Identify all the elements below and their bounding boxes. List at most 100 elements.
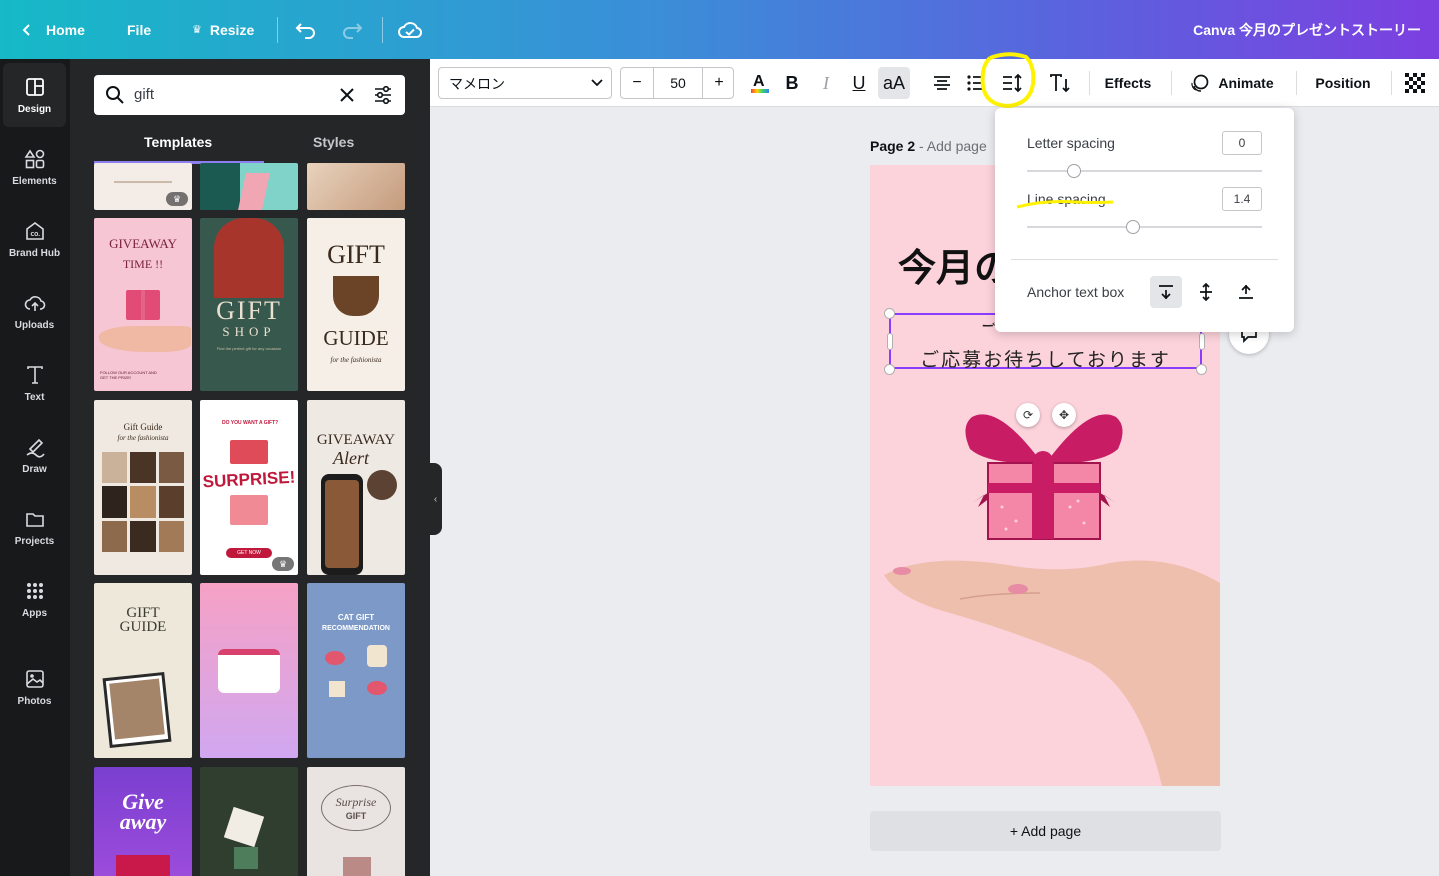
clear-search-icon[interactable]: [339, 87, 355, 103]
side-handle[interactable]: [1199, 333, 1205, 350]
template-thumb[interactable]: [307, 163, 405, 210]
template-text: GUIDE: [323, 326, 389, 350]
transparency-button[interactable]: [1404, 67, 1426, 99]
move-button[interactable]: ✥: [1052, 403, 1076, 427]
page-label: Page 2 - Add page: [870, 138, 987, 154]
template-text: Gift Guide: [123, 422, 163, 432]
text-body[interactable]: ご応募お待ちしております: [891, 345, 1200, 372]
rail-item-draw[interactable]: Draw: [3, 423, 66, 487]
letter-spacing-slider[interactable]: [1027, 170, 1262, 172]
align-center-button[interactable]: [930, 67, 954, 99]
line-spacing-input[interactable]: 1.4: [1222, 187, 1262, 211]
template-thumb[interactable]: GIFT GUIDE: [94, 583, 192, 758]
template-thumb[interactable]: GIVEAWAY Alert: [307, 400, 405, 575]
rail-item-projects[interactable]: Projects: [3, 495, 66, 559]
brand-icon: CO.: [25, 221, 44, 240]
template-thumb[interactable]: [200, 163, 298, 210]
template-text: GIVEAWAY: [316, 432, 396, 448]
line-spacing-slider[interactable]: [1027, 226, 1262, 228]
template-thumb[interactable]: GIVEAWAY TIME !! FOLLOW OUR ACCOUNT AND …: [94, 218, 192, 391]
underline-button[interactable]: U: [847, 67, 871, 99]
collapse-panel-button[interactable]: ‹: [429, 463, 442, 535]
text-color-button[interactable]: A: [746, 67, 774, 99]
anchor-top-button[interactable]: [1150, 276, 1182, 308]
cloud-save-button[interactable]: [398, 0, 422, 59]
template-thumb[interactable]: DO YOU WANT A GIFT? SURPRISE! GET NOW ♛: [200, 400, 298, 575]
anchor-bottom-button[interactable]: [1230, 276, 1262, 308]
template-thumb[interactable]: CAT GIFT RECOMMENDATION: [307, 583, 405, 758]
tab-styles[interactable]: Styles: [313, 134, 354, 150]
letter-spacing-input[interactable]: 0: [1222, 131, 1262, 155]
search-input[interactable]: gift: [134, 86, 154, 103]
open-hand-photo[interactable]: [870, 553, 1220, 786]
rail-item-brand-hub[interactable]: CO. Brand Hub: [3, 207, 66, 271]
font-size-input[interactable]: 50: [653, 68, 703, 98]
bold-button[interactable]: B: [780, 67, 804, 99]
home-button[interactable]: Home: [20, 0, 85, 59]
font-family-select[interactable]: マメロン: [438, 67, 612, 99]
position-button[interactable]: Position: [1312, 67, 1374, 99]
line-spacing-slider-thumb[interactable]: [1125, 220, 1140, 234]
letter-spacing-slider-thumb[interactable]: [1067, 164, 1081, 178]
template-text: away: [119, 809, 167, 834]
add-page-button[interactable]: + Add page: [870, 811, 1221, 851]
template-thumb[interactable]: GIFT SHOP Find the perfect gift for any …: [200, 218, 298, 391]
letter-case-button[interactable]: aA: [878, 67, 910, 99]
template-text: Alert: [333, 448, 369, 468]
premium-crown-icon: ♛: [166, 192, 188, 206]
increase-font-size-button[interactable]: +: [703, 68, 735, 98]
decrease-font-size-button[interactable]: −: [621, 68, 653, 98]
apps-grid-icon: [26, 582, 43, 599]
italic-button[interactable]: I: [814, 67, 838, 99]
rotate-button[interactable]: ⟳: [1016, 403, 1040, 427]
side-handle[interactable]: [887, 333, 893, 350]
undo-button[interactable]: [295, 0, 317, 59]
premium-crown-icon: ♛: [272, 557, 294, 571]
rail-item-elements[interactable]: Elements: [3, 135, 66, 199]
spacing-popover: Letter spacing 0 Line spacing 1.4 Anchor…: [995, 108, 1294, 332]
tab-templates[interactable]: Templates: [144, 134, 212, 150]
file-menu-button[interactable]: File: [127, 0, 151, 59]
template-text: TIME !!: [122, 257, 164, 271]
template-thumb[interactable]: Surprise GIFT: [307, 767, 405, 876]
template-thumb[interactable]: Give away: [94, 767, 192, 876]
animate-button[interactable]: Animate: [1186, 67, 1278, 99]
resize-handle[interactable]: [884, 364, 895, 375]
rail-item-photos[interactable]: Photos: [3, 655, 66, 719]
animate-icon: [1191, 74, 1209, 92]
anchor-middle-button[interactable]: [1190, 276, 1222, 308]
panel-tabs: Templates Styles: [94, 129, 405, 164]
redo-button[interactable]: [341, 0, 363, 59]
text-color-icon: A: [751, 73, 769, 93]
resize-handle[interactable]: [884, 308, 895, 319]
rail-label: Brand Hub: [8, 247, 61, 259]
template-text: SHOP: [222, 324, 276, 339]
resize-button[interactable]: ♛ Resize: [192, 0, 254, 59]
effects-button[interactable]: Effects: [1102, 67, 1154, 99]
design-title[interactable]: Canva 今月のプレゼントストーリー: [1193, 0, 1421, 59]
vertical-text-button[interactable]: [1046, 67, 1074, 99]
search-bar[interactable]: gift: [94, 75, 405, 115]
template-text: FOLLOW OUR ACCOUNT AND GET THE PRIZE!: [100, 370, 157, 380]
page-number: Page 2: [870, 138, 916, 154]
rail-item-apps[interactable]: Apps: [3, 567, 66, 631]
rail-item-uploads[interactable]: Uploads: [3, 279, 66, 343]
divider: [1089, 71, 1090, 95]
template-thumb[interactable]: [200, 767, 298, 876]
add-page-title[interactable]: - Add page: [915, 138, 987, 154]
chevron-left-icon: ‹: [433, 493, 438, 505]
template-thumb[interactable]: Gift Guide for the fashionista: [94, 400, 192, 575]
rail-item-design[interactable]: Design: [3, 63, 66, 127]
template-thumb[interactable]: [200, 583, 298, 758]
filter-sliders-icon[interactable]: [373, 85, 393, 105]
template-thumb[interactable]: GIFT GUIDE for the fashionista: [307, 218, 405, 391]
letter-case-label: aA: [882, 72, 906, 93]
redo-icon: [343, 22, 363, 39]
template-thumb[interactable]: ♛: [94, 163, 192, 210]
rail-label: Photos: [17, 695, 52, 707]
gift-box-illustration[interactable]: [958, 403, 1130, 545]
resize-handle[interactable]: [1196, 364, 1207, 375]
rail-item-text[interactable]: Text: [3, 351, 66, 415]
rail-label: Text: [24, 391, 45, 403]
divider: [1296, 71, 1297, 95]
